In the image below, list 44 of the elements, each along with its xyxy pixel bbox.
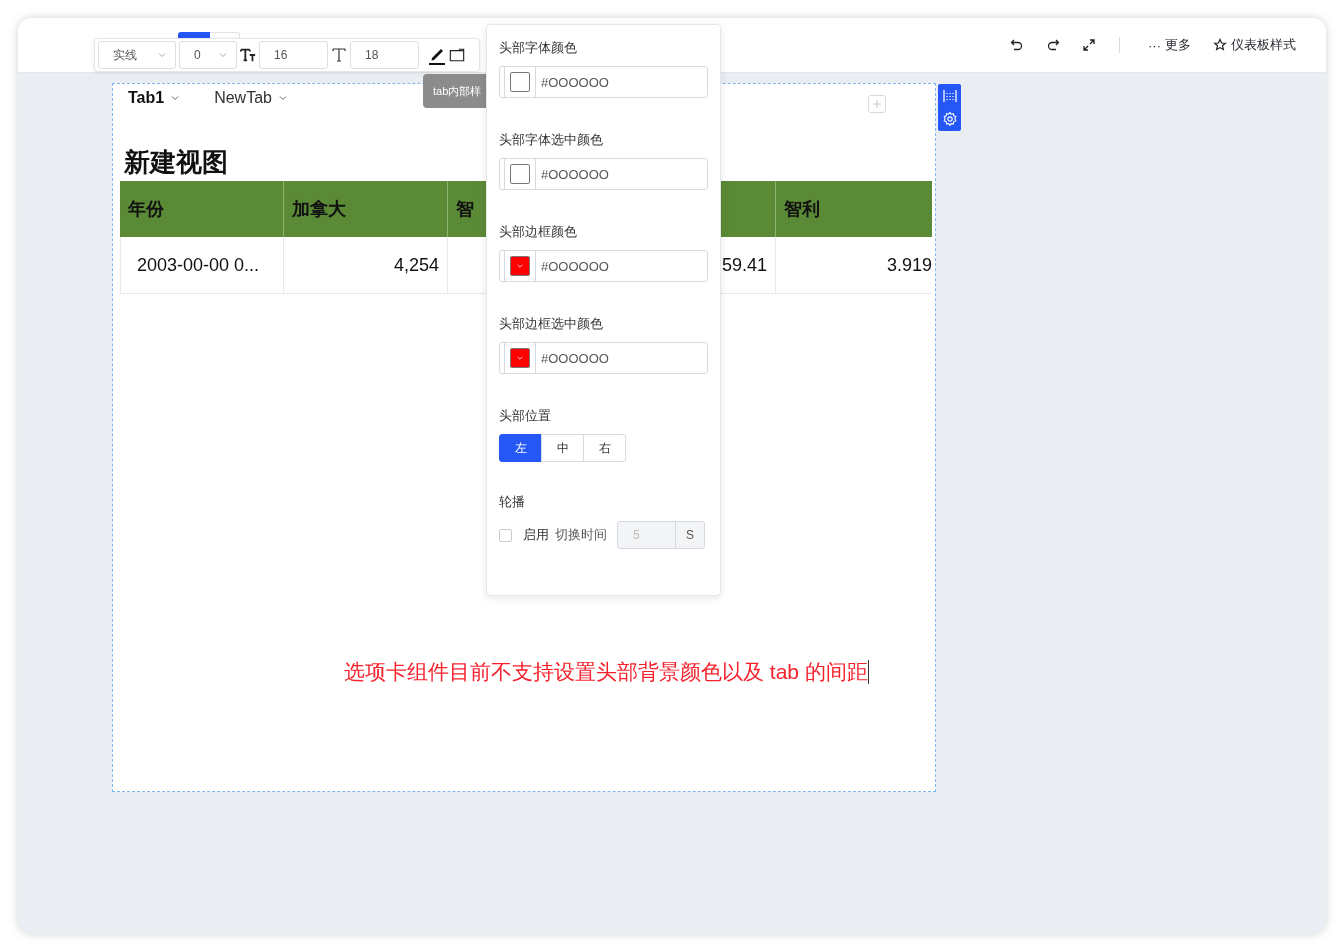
chevron-icon (157, 50, 167, 60)
font-size-icon (240, 47, 256, 63)
color-field[interactable]: #OOOOOO (499, 342, 708, 374)
field-label: 轮播 (499, 493, 526, 511)
undo-icon[interactable] (1010, 38, 1024, 52)
column-header: 年份 (120, 181, 284, 237)
column-header: 智利 (776, 181, 932, 237)
interval-label: 切换时间 (555, 526, 607, 544)
position-option[interactable]: 左 (499, 434, 542, 462)
tab[interactable]: NewTab (214, 87, 288, 107)
field-label: 头部边框选中颜色 (499, 315, 604, 333)
grid-icon[interactable] (941, 87, 958, 104)
expand-icon[interactable] (1082, 38, 1096, 52)
star-icon (1213, 38, 1227, 52)
column-header: 加拿大 (284, 181, 448, 237)
border-style-select[interactable]: 实线 (98, 41, 176, 69)
title-size-field[interactable]: 18 (350, 41, 419, 69)
redo-icon[interactable] (1046, 38, 1060, 52)
more-button[interactable]: ··· 更多 (1142, 32, 1197, 58)
color-field[interactable]: #OOOOOO (499, 250, 708, 282)
chevron-icon (516, 354, 524, 362)
font-size-field[interactable]: 16 (259, 41, 328, 69)
note-text: 选项卡组件目前不支持设置头部背景颜色以及 tab 的间距 (344, 659, 868, 685)
color-field[interactable]: #OOOOOO (499, 158, 708, 190)
dashboard-style-button[interactable]: 仪表板样式 (1207, 32, 1302, 58)
window-icon[interactable] (449, 47, 465, 63)
tab[interactable]: Tab1 (128, 87, 181, 107)
title-size-icon (331, 47, 347, 63)
settings-icon[interactable] (941, 111, 958, 128)
chevron-icon (516, 262, 524, 270)
checkbox-label: 启用 (523, 526, 549, 544)
border-width-select[interactable]: 0 (179, 41, 237, 69)
plus-icon (872, 99, 882, 109)
field-label: 头部位置 (499, 407, 552, 425)
field-label: 头部字体颜色 (499, 39, 578, 57)
color-field[interactable]: #OOOOOO (499, 66, 708, 98)
table-cell: 2003-00-00 0... (120, 237, 284, 294)
view-title: 新建视图 (124, 146, 228, 179)
table-cell: 4,254 (284, 237, 448, 294)
position-option[interactable]: 右 (583, 434, 626, 462)
position-option[interactable]: 中 (541, 434, 584, 462)
field-label: 头部字体选中颜色 (499, 131, 604, 149)
chevron-icon (218, 50, 228, 60)
table-cell: 3.919 (776, 237, 932, 294)
